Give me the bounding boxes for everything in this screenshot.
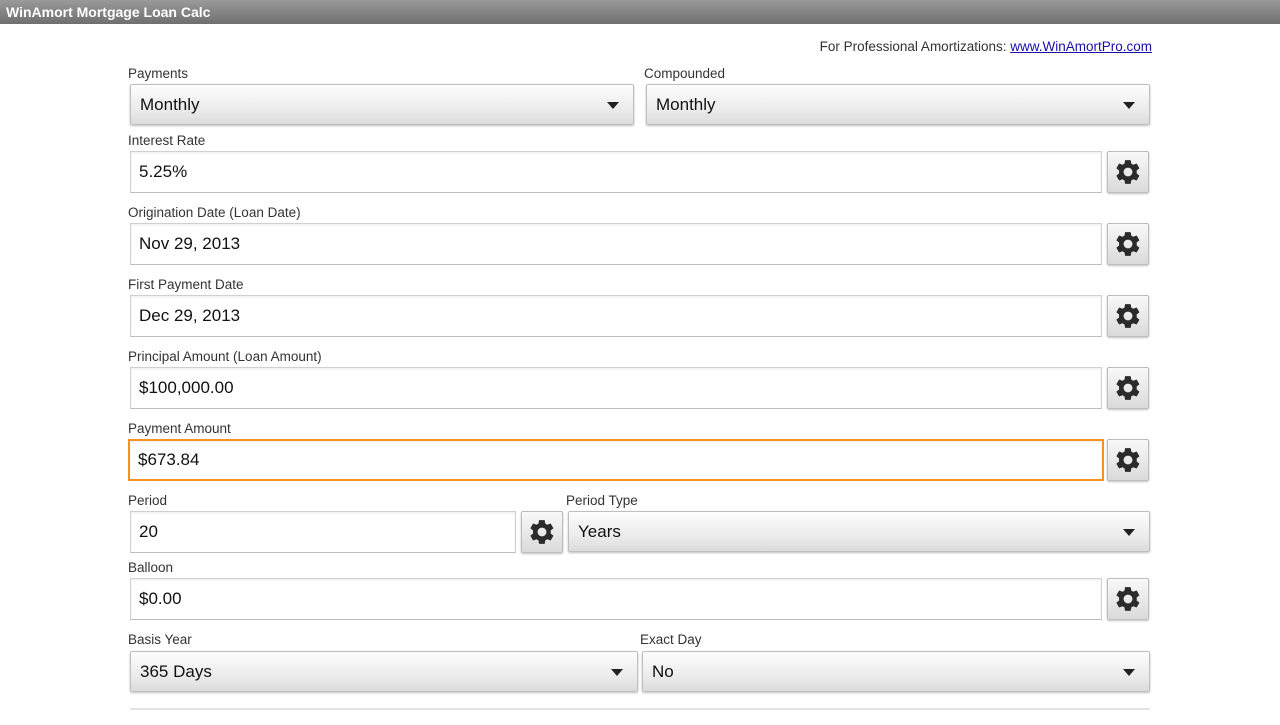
chevron-down-icon	[1123, 102, 1135, 109]
divider	[130, 708, 1150, 710]
app-title: WinAmort Mortgage Loan Calc	[6, 4, 211, 20]
principal-value: $100,000.00	[139, 378, 234, 397]
interest-rate-field[interactable]: 5.25%	[130, 151, 1102, 193]
first-payment-date-value: Dec 29, 2013	[139, 306, 241, 325]
interest-rate-value: 5.25%	[139, 162, 188, 181]
exact-day-value: No	[652, 662, 674, 681]
chevron-down-icon	[1123, 529, 1135, 536]
promo-text: For Professional Amortizations:	[819, 39, 1011, 54]
payments-label: Payments	[128, 66, 189, 81]
chevron-down-icon	[1123, 669, 1135, 676]
principal-settings-button[interactable]	[1107, 367, 1149, 409]
gear-icon	[1116, 160, 1140, 184]
payment-amount-value: $673.84	[138, 450, 200, 469]
compounded-value: Monthly	[656, 95, 716, 114]
compounded-label: Compounded	[644, 66, 726, 81]
interest-rate-label: Interest Rate	[128, 133, 206, 148]
period-label: Period	[128, 493, 168, 508]
promo-line: For Professional Amortizations: www.WinA…	[820, 39, 1152, 54]
period-type-value: Years	[578, 522, 621, 541]
payments-value: Monthly	[140, 95, 200, 114]
gear-icon	[1116, 587, 1140, 611]
basis-year-select[interactable]: 365 Days	[130, 651, 638, 692]
chevron-down-icon	[607, 102, 619, 109]
chevron-down-icon	[611, 669, 623, 676]
period-value: 20	[139, 522, 158, 541]
promo-link[interactable]: www.WinAmortPro.com	[1010, 39, 1152, 54]
first-payment-date-field[interactable]: Dec 29, 2013	[130, 295, 1102, 337]
gear-icon	[1116, 448, 1140, 472]
origination-date-label: Origination Date (Loan Date)	[128, 205, 301, 220]
balloon-value: $0.00	[139, 589, 182, 608]
origination-date-field[interactable]: Nov 29, 2013	[130, 223, 1102, 265]
period-field[interactable]: 20	[130, 511, 516, 553]
balloon-label: Balloon	[128, 560, 174, 575]
payment-amount-label: Payment Amount	[128, 421, 231, 436]
gear-icon	[1116, 304, 1140, 328]
exact-day-label: Exact Day	[640, 632, 702, 647]
payment-amount-field[interactable]: $673.84	[128, 439, 1104, 481]
payments-select[interactable]: Monthly	[130, 84, 634, 125]
basis-year-label: Basis Year	[128, 632, 192, 647]
gear-icon	[1116, 376, 1140, 400]
gear-icon	[530, 520, 554, 544]
origination-date-value: Nov 29, 2013	[139, 234, 241, 253]
gear-icon	[1116, 232, 1140, 256]
basis-year-value: 365 Days	[140, 662, 212, 681]
interest-rate-settings-button[interactable]	[1107, 151, 1149, 193]
app-title-bar: WinAmort Mortgage Loan Calc	[0, 0, 1280, 24]
first-payment-date-settings-button[interactable]	[1107, 295, 1149, 337]
principal-field[interactable]: $100,000.00	[130, 367, 1102, 409]
balloon-settings-button[interactable]	[1107, 578, 1149, 620]
balloon-field[interactable]: $0.00	[130, 578, 1102, 620]
origination-date-settings-button[interactable]	[1107, 223, 1149, 265]
payment-amount-settings-button[interactable]	[1107, 439, 1149, 481]
period-settings-button[interactable]	[521, 511, 563, 553]
compounded-select[interactable]: Monthly	[646, 84, 1150, 125]
principal-label: Principal Amount (Loan Amount)	[128, 349, 322, 364]
exact-day-select[interactable]: No	[642, 651, 1150, 692]
first-payment-date-label: First Payment Date	[128, 277, 244, 292]
period-type-label: Period Type	[566, 493, 638, 508]
period-type-select[interactable]: Years	[568, 511, 1150, 552]
